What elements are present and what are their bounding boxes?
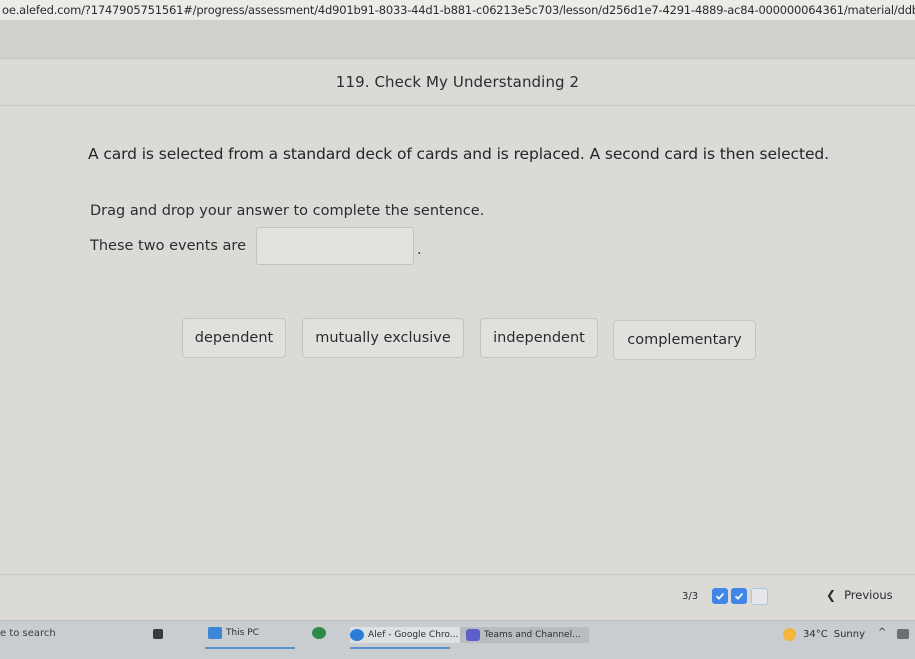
- question-text: A card is selected from a standard deck …: [88, 145, 829, 163]
- weather-condition: Sunny: [833, 629, 865, 640]
- sun-icon: [783, 628, 796, 641]
- page-title: 119. Check My Understanding 2: [335, 73, 580, 91]
- footer-divider: [0, 574, 915, 575]
- title-row: 119. Check My Understanding 2: [0, 59, 915, 106]
- taskbar-item-teams[interactable]: Teams and Channel...: [460, 627, 589, 643]
- step-indicator-3[interactable]: [751, 588, 768, 605]
- progress-count: 3/3: [682, 591, 699, 602]
- top-strip: [0, 20, 915, 59]
- taskbar-app-icon-2[interactable]: [312, 627, 326, 639]
- lesson-content: 119. Check My Understanding 2 A card is …: [0, 20, 915, 620]
- active-indicator: [350, 647, 450, 649]
- answer-drop-zone[interactable]: [256, 227, 414, 265]
- taskbar-item-chrome[interactable]: Alef - Google Chro...: [350, 627, 465, 643]
- taskbar-item-label: Alef - Google Chro...: [368, 630, 459, 640]
- taskbar-item-label: Teams and Channel...: [484, 630, 581, 640]
- url-text[interactable]: oe.alefed.com/?1747905751561#/progress/a…: [0, 3, 915, 17]
- taskbar-item-label: This PC: [226, 628, 259, 638]
- chevron-up-icon[interactable]: ^: [878, 627, 886, 638]
- sentence-row: These two events are .: [90, 226, 422, 266]
- instruction-text: Drag and drop your answer to complete th…: [90, 203, 485, 219]
- check-icon: [715, 592, 725, 600]
- option-complementary[interactable]: complementary: [613, 320, 756, 360]
- teams-icon: [466, 629, 480, 641]
- sentence-prefix: These two events are: [90, 238, 246, 254]
- option-mutually-exclusive[interactable]: mutually exclusive: [302, 318, 464, 358]
- option-dependent[interactable]: dependent: [182, 318, 286, 358]
- browser-address-bar[interactable]: oe.alefed.com/?1747905751561#/progress/a…: [0, 0, 915, 21]
- taskbar-app-icon[interactable]: [153, 629, 163, 639]
- active-indicator: [205, 647, 295, 649]
- step-indicator-1[interactable]: [712, 588, 728, 604]
- step-indicator-2[interactable]: [731, 588, 747, 604]
- previous-label: Previous: [844, 588, 893, 602]
- weather-temp: 34°C: [803, 629, 828, 640]
- chevron-left-icon: ❮: [826, 588, 837, 602]
- lesson-footer: 3/3 ❮ Previous: [0, 585, 915, 611]
- option-independent[interactable]: independent: [480, 318, 598, 358]
- this-pc-icon: [208, 627, 222, 639]
- taskbar-search[interactable]: e to search: [0, 628, 56, 639]
- screen: oe.alefed.com/?1747905751561#/progress/a…: [0, 0, 915, 659]
- answer-options: dependent mutually exclusive independent…: [180, 318, 760, 362]
- tray-icon[interactable]: [897, 629, 909, 639]
- taskbar-item-this-pc[interactable]: This PC: [208, 627, 259, 639]
- windows-taskbar: e to search This PC Alef - Google Chro..…: [0, 620, 915, 659]
- sentence-suffix: .: [417, 242, 422, 258]
- previous-button[interactable]: ❮ Previous: [826, 588, 893, 602]
- chrome-icon: [350, 629, 364, 641]
- weather-widget[interactable]: 34°C Sunny: [783, 628, 865, 641]
- check-icon: [734, 592, 744, 600]
